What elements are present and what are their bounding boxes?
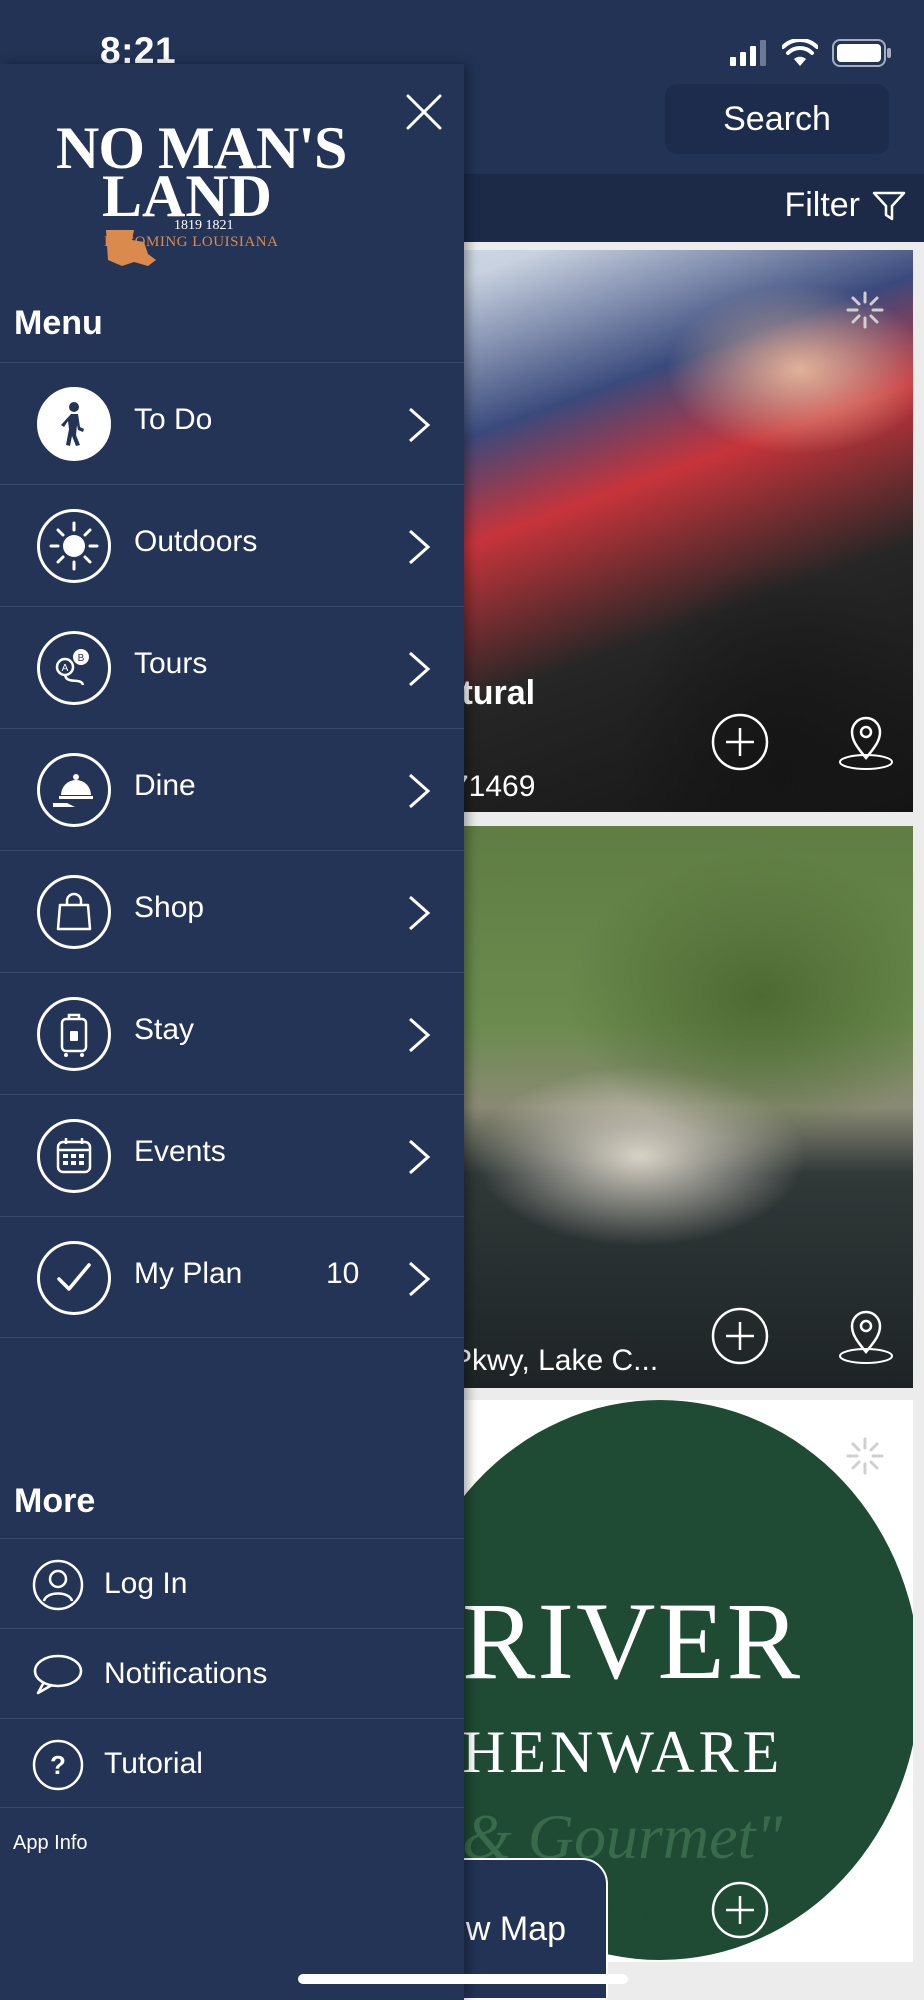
plan-count-badge: 10	[326, 1257, 360, 1290]
filter-button[interactable]: Filter	[784, 186, 906, 225]
chevron-right-icon	[409, 895, 431, 931]
card-title: ltural	[452, 674, 536, 712]
chevron-right-icon	[409, 773, 431, 809]
question-icon: ?	[32, 1739, 84, 1791]
card-actions	[710, 1880, 896, 1940]
menu-label: Shop	[134, 891, 205, 924]
map-pin-icon[interactable]	[836, 1306, 896, 1366]
more-list: Log In Notifications ? Tutorial	[0, 1538, 464, 1808]
app-info-link[interactable]: App Info	[13, 1832, 88, 1855]
walking-person-icon	[37, 387, 111, 461]
brand-logo: NO MAN'S LAND 1819 1821 BECOMING LOUISIA…	[48, 114, 348, 266]
shopping-bag-icon	[37, 875, 111, 949]
menu-label: Events	[134, 1135, 226, 1168]
card-logo-text: RIVER	[462, 1580, 802, 1702]
brand-tagline: BECOMING LOUISIANA	[104, 234, 279, 250]
menu-heading: Menu	[14, 304, 103, 342]
menu-item-dine[interactable]: Dine	[0, 728, 464, 850]
more-label: Log In	[104, 1567, 188, 1600]
map-pin-icon[interactable]	[836, 1880, 896, 1940]
chevron-right-icon	[409, 1017, 431, 1053]
more-label: Notifications	[104, 1657, 268, 1690]
menu-label: Outdoors	[134, 525, 258, 558]
card-logo-fragment: LA	[608, 1895, 670, 1940]
route-pin-icon: A B	[37, 631, 111, 705]
filter-label: Filter	[784, 186, 860, 224]
more-item-notifications[interactable]: Notifications	[0, 1628, 464, 1718]
loading-spinner-icon	[846, 291, 884, 329]
battery-icon	[832, 39, 891, 67]
checkmark-icon	[37, 1241, 111, 1315]
home-indicator[interactable]	[298, 1974, 628, 1984]
menu-item-events[interactable]: Events	[0, 1094, 464, 1216]
funnel-icon	[872, 191, 906, 220]
luggage-icon	[37, 997, 111, 1071]
menu-item-tours[interactable]: A B Tours	[0, 606, 464, 728]
menu-item-shop[interactable]: Shop	[0, 850, 464, 972]
loading-spinner-icon	[846, 1437, 884, 1475]
add-to-plan-icon[interactable]	[710, 1306, 770, 1366]
svg-text:B: B	[78, 653, 85, 664]
menu-label: Stay	[134, 1013, 195, 1046]
sun-icon	[37, 509, 111, 583]
chevron-right-icon	[409, 1261, 431, 1297]
more-item-log-in[interactable]: Log In	[0, 1538, 464, 1628]
status-icons	[730, 36, 892, 70]
brand-years: 1819 1821	[174, 218, 234, 233]
menu-label: Tours	[134, 647, 208, 680]
card-address: Pkwy, Lake C...	[452, 1344, 659, 1377]
menu-item-my-plan[interactable]: My Plan 10	[0, 1216, 464, 1338]
more-heading: More	[14, 1482, 96, 1520]
cellular-signal-icon	[730, 40, 766, 66]
chat-bubble-icon	[33, 1654, 83, 1695]
menu-label: My Plan	[134, 1257, 243, 1290]
chevron-right-icon	[409, 407, 431, 443]
chevron-right-icon	[409, 651, 431, 687]
user-icon	[32, 1559, 84, 1611]
chevron-right-icon	[409, 1139, 431, 1175]
side-drawer: NO MAN'S LAND 1819 1821 BECOMING LOUISIA…	[0, 64, 464, 2000]
card-actions	[710, 1306, 896, 1366]
add-to-plan-icon[interactable]	[710, 1880, 770, 1940]
chevron-right-icon	[409, 529, 431, 565]
add-to-plan-icon[interactable]	[710, 712, 770, 772]
cloche-icon	[37, 753, 111, 827]
card-actions	[710, 712, 896, 772]
menu-item-outdoors[interactable]: Outdoors	[0, 484, 464, 606]
more-item-tutorial[interactable]: ? Tutorial	[0, 1718, 464, 1808]
svg-text:?: ?	[50, 1750, 66, 1780]
view-map-label: w Map	[465, 1909, 566, 1948]
menu-item-stay[interactable]: Stay	[0, 972, 464, 1094]
close-icon[interactable]	[404, 92, 444, 132]
menu-label: Dine	[134, 769, 196, 802]
more-label: Tutorial	[104, 1747, 203, 1780]
menu-list: To Do Outdoors A B Tours Dine Shop Stay …	[0, 362, 464, 1338]
calendar-icon	[37, 1119, 111, 1193]
map-pin-icon[interactable]	[836, 712, 896, 772]
search-button[interactable]: Search	[665, 84, 889, 154]
svg-text:A: A	[62, 663, 69, 674]
menu-item-to-do[interactable]: To Do	[0, 362, 464, 484]
wifi-icon	[782, 39, 818, 66]
menu-label: To Do	[134, 403, 213, 436]
card-address: 71469	[452, 770, 536, 803]
card-logo-subtext: HENWARE	[462, 1719, 784, 1785]
